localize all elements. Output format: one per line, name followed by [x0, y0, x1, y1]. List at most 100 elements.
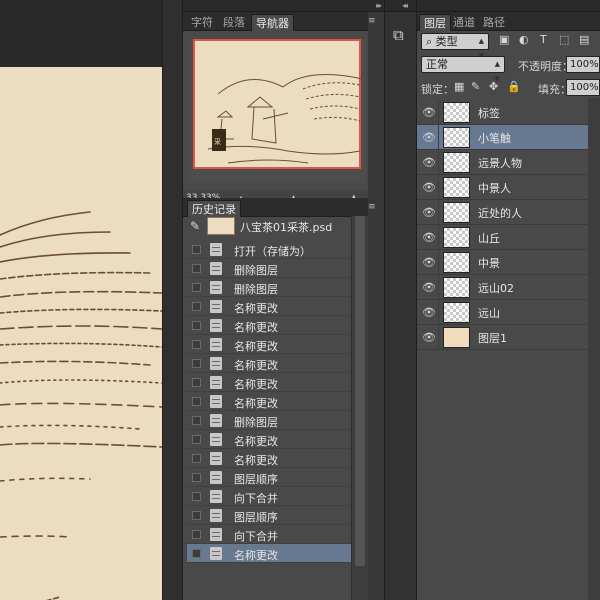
layer-row[interactable]: 👁 小笔触	[417, 125, 600, 150]
layer-name[interactable]: 远山	[478, 305, 500, 321]
filter-type-select[interactable]: ⌕ 类型 ▲▼	[421, 33, 489, 60]
tab-paragraph[interactable]: 段落	[219, 14, 249, 31]
filter-adjustment-icon[interactable]: ◐	[519, 33, 529, 46]
eye-icon[interactable]: 👁	[422, 131, 436, 144]
layer-thumbnail[interactable]	[443, 202, 470, 223]
layer-name[interactable]: 远山02	[478, 280, 514, 296]
history-item[interactable]: 名称更改	[187, 544, 367, 563]
layer-name[interactable]: 远景人物	[478, 155, 522, 171]
layer-name[interactable]: 近处的人	[478, 205, 522, 221]
tab-channels[interactable]: 通道	[449, 14, 479, 31]
history-scroll-thumb[interactable]	[355, 216, 365, 566]
history-item[interactable]: 名称更改	[187, 392, 367, 411]
canvas-scrollbar[interactable]	[162, 0, 182, 600]
history-item[interactable]: 打开（存储为）	[187, 240, 367, 259]
lock-all-icon[interactable]: 🔒	[507, 80, 521, 93]
fill-field[interactable]: 100%	[566, 79, 600, 96]
eye-icon[interactable]: 👁	[422, 256, 436, 269]
history-checkbox[interactable]	[192, 511, 201, 520]
panel-menu-icon[interactable]: ≡	[368, 15, 375, 27]
history-snapshot[interactable]: ✎ 八宝茶01采茶.psd	[187, 216, 367, 236]
history-checkbox[interactable]	[192, 454, 201, 463]
history-checkbox[interactable]	[192, 359, 201, 368]
history-checkbox[interactable]	[192, 435, 201, 444]
layer-thumbnail[interactable]	[443, 302, 470, 323]
eye-icon[interactable]: 👁	[422, 156, 436, 169]
history-checkbox[interactable]	[192, 245, 201, 254]
history-item[interactable]: 名称更改	[187, 335, 367, 354]
layer-name[interactable]: 中景人	[478, 180, 511, 196]
layer-row[interactable]: 👁 远山02	[417, 275, 600, 300]
filter-smart-object-icon[interactable]: ▤	[579, 33, 589, 46]
history-item[interactable]: 向下合并	[187, 525, 367, 544]
layer-thumbnail[interactable]	[443, 227, 470, 248]
history-menu-icon[interactable]: ≡	[368, 201, 375, 213]
history-checkbox[interactable]	[192, 302, 201, 311]
layer-name[interactable]: 小笔触	[478, 130, 511, 146]
history-item[interactable]: 名称更改	[187, 297, 367, 316]
history-checkbox[interactable]	[192, 321, 201, 330]
history-checkbox[interactable]	[192, 283, 201, 292]
eye-icon[interactable]: 👁	[422, 231, 436, 244]
history-checkbox[interactable]	[192, 492, 201, 501]
layer-name[interactable]: 标签	[478, 105, 500, 121]
tab-character[interactable]: 字符	[187, 14, 217, 31]
lock-position-icon[interactable]: ✥	[489, 80, 498, 93]
layer-name[interactable]: 山丘	[478, 230, 500, 246]
layer-thumbnail[interactable]	[443, 102, 470, 123]
history-checkbox[interactable]	[192, 378, 201, 387]
layer-row[interactable]: 👁 中景人	[417, 175, 600, 200]
eye-icon[interactable]: 👁	[422, 106, 436, 119]
tab-layers[interactable]: 图层	[419, 14, 451, 31]
tab-paths[interactable]: 路径	[479, 14, 509, 31]
layer-row[interactable]: 👁 山丘	[417, 225, 600, 250]
history-item[interactable]: 图层顺序	[187, 506, 367, 525]
layer-name[interactable]: 图层1	[478, 330, 507, 346]
layer-thumbnail[interactable]	[443, 152, 470, 173]
history-checkbox[interactable]	[192, 397, 201, 406]
eye-icon[interactable]: 👁	[422, 281, 436, 294]
tab-history[interactable]: 历史记录	[187, 200, 241, 217]
layer-row[interactable]: 👁 图层1	[417, 325, 600, 350]
document-canvas[interactable]	[0, 67, 162, 600]
history-item[interactable]: 名称更改	[187, 354, 367, 373]
layer-thumbnail[interactable]	[443, 127, 470, 148]
layer-row[interactable]: 👁 中景	[417, 250, 600, 275]
history-item[interactable]: 名称更改	[187, 316, 367, 335]
history-item[interactable]: 名称更改	[187, 373, 367, 392]
layer-name[interactable]: 中景	[478, 255, 500, 271]
history-brush-icon[interactable]: ✎	[190, 219, 200, 233]
history-item[interactable]: 删除图层	[187, 278, 367, 297]
filter-shape-icon[interactable]: ⬚	[559, 33, 569, 46]
history-checkbox[interactable]	[192, 549, 201, 558]
history-item[interactable]: 删除图层	[187, 411, 367, 430]
history-checkbox[interactable]	[192, 473, 201, 482]
history-item[interactable]: 删除图层	[187, 259, 367, 278]
layer-thumbnail[interactable]	[443, 177, 470, 198]
history-item[interactable]: 名称更改	[187, 430, 367, 449]
history-scrollbar[interactable]	[351, 216, 368, 600]
eye-icon[interactable]: 👁	[422, 306, 436, 319]
opacity-field[interactable]: 100%	[566, 56, 600, 73]
eye-icon[interactable]: 👁	[422, 181, 436, 194]
history-item[interactable]: 名称更改	[187, 449, 367, 468]
history-item[interactable]: 图层顺序	[187, 468, 367, 487]
collapse-panels-icon[interactable]: ▸▸	[376, 0, 382, 12]
layer-row[interactable]: 👁 标签	[417, 100, 600, 125]
layers-scrollbar[interactable]	[588, 98, 600, 600]
eye-icon[interactable]: 👁	[422, 331, 436, 344]
history-checkbox[interactable]	[192, 416, 201, 425]
canvas-area[interactable]	[0, 0, 182, 600]
layer-row[interactable]: 👁 远景人物	[417, 150, 600, 175]
expand-panels-icon[interactable]: ◂◂	[402, 0, 408, 12]
filter-pixel-icon[interactable]: ▣	[499, 33, 509, 46]
history-item[interactable]: 向下合并	[187, 487, 367, 506]
lock-transparent-icon[interactable]: ▦	[454, 80, 464, 93]
navigator-preview[interactable]: 采	[188, 39, 366, 183]
tab-navigator[interactable]: 导航器	[251, 14, 294, 31]
lock-image-icon[interactable]: ✎	[471, 80, 480, 93]
blend-mode-select[interactable]: 正常 ▲ ▼	[421, 56, 505, 83]
layer-thumbnail[interactable]	[443, 252, 470, 273]
layer-row[interactable]: 👁 近处的人	[417, 200, 600, 225]
history-checkbox[interactable]	[192, 530, 201, 539]
